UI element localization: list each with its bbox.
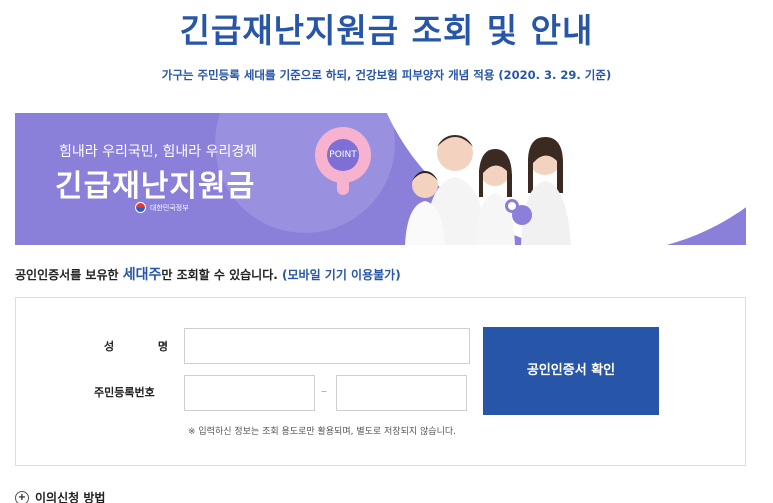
government-label: 대한민국정부: [150, 203, 189, 212]
detail-button[interactable]: 상세보기 →: [599, 165, 703, 195]
certificate-verify-button[interactable]: 공인인증서 확인: [483, 327, 659, 415]
page-title: 긴급재난지원금 조회 및 안내: [179, 11, 594, 50]
resident-id-front-input[interactable]: [184, 375, 315, 411]
taegeuk-icon: [135, 202, 146, 213]
name-label-char: 명: [157, 340, 168, 353]
eligibility-notice: 공인인증서를 보유한 세대주만 조회할 수 있습니다. (모바일 기기 이용불가…: [15, 264, 401, 284]
name-label-char: 성: [104, 340, 115, 353]
family-photo: [405, 135, 571, 245]
lookup-form: 성 명 주민등록번호 – ※ 입력하신 정보는 조회 용도로만 활용되며, 별도…: [15, 297, 746, 466]
pin-label: POINT: [327, 139, 359, 171]
notice-mobile: (모바일 기기 이용불가): [282, 268, 401, 282]
resident-id-label: 주민등록번호: [94, 386, 155, 399]
notice-prefix: 공인인증서를 보유한: [15, 268, 123, 282]
banner-decor-ring: [505, 199, 519, 213]
page-subtitle: 가구는 주민등록 세대를 기준으로 하되, 건강보험 피부양자 개념 적용 (2…: [161, 68, 612, 82]
location-pin-icon: POINT: [315, 127, 371, 195]
banner-headline: 긴급재난지원금: [55, 169, 256, 204]
promo-banner[interactable]: POINT 힘내라 우리국민, 힘내라 우리경제 긴급재난지원금 대한민국정부 …: [15, 113, 746, 245]
government-logo: 대한민국정부: [135, 202, 189, 213]
resident-id-back-input[interactable]: [336, 375, 467, 411]
objection-section-header[interactable]: + 이의신청 방법: [15, 489, 105, 503]
banner-slogan: 힘내라 우리국민, 힘내라 우리경제: [59, 144, 258, 160]
notice-highlight: 세대주: [122, 267, 162, 283]
privacy-note: ※ 입력하신 정보는 조회 용도로만 활용되며, 별도로 저장되지 않습니다.: [188, 427, 456, 437]
plus-circle-icon: +: [15, 490, 29, 503]
name-input[interactable]: [184, 328, 470, 364]
resident-id-dash: –: [321, 384, 327, 398]
notice-suffix: 만 조회할 수 있습니다.: [161, 268, 282, 282]
objection-section-label: 이의신청 방법: [35, 491, 106, 503]
name-label: 성 명: [104, 338, 168, 354]
